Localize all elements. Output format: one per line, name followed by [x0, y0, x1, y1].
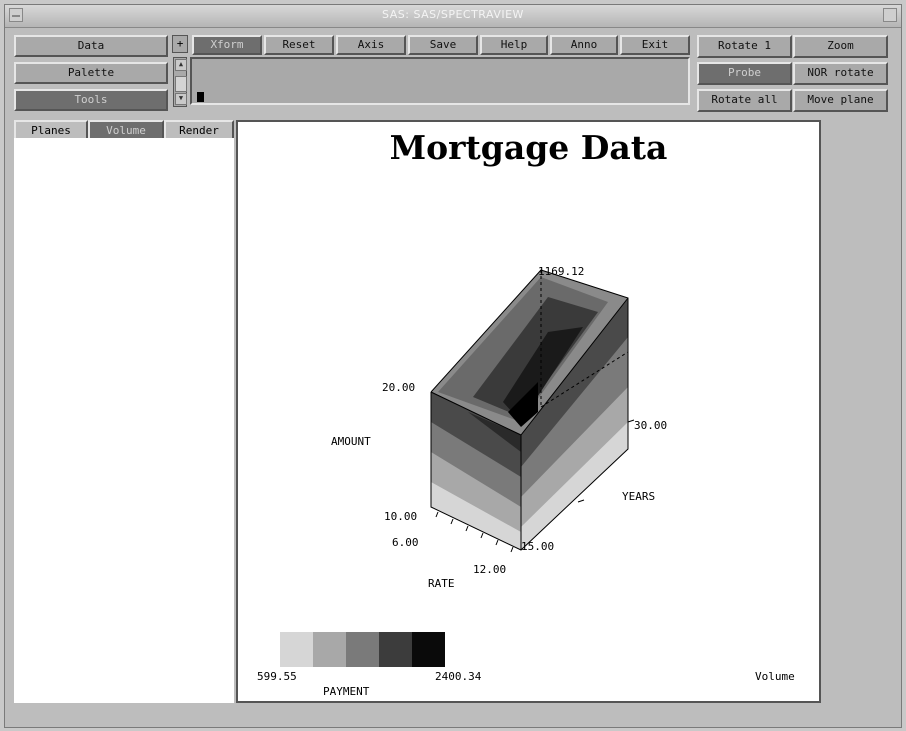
axis-button[interactable]: Axis	[336, 35, 406, 55]
anno-button[interactable]: Anno	[550, 35, 618, 55]
tick-label-10: 10.00	[384, 510, 418, 523]
mode-label: Volume	[755, 670, 795, 683]
tick-label-30: 30.00	[634, 419, 668, 432]
probe-button[interactable]: Probe	[697, 62, 792, 85]
amount-axis-label: AMOUNT	[331, 435, 371, 448]
expand-button[interactable]: +	[172, 35, 188, 53]
window-title: SAS: SAS/SPECTRAVIEW	[382, 8, 524, 21]
nor-rotate-button[interactable]: NOR rotate	[793, 62, 888, 85]
legend-max-label: 2400.34	[435, 670, 482, 683]
rotate-all-button[interactable]: Rotate all	[697, 89, 792, 112]
data-button[interactable]: Data	[14, 35, 168, 57]
command-scrollbar[interactable]: ▲ ▼	[173, 57, 187, 107]
legend-title: PAYMENT	[323, 685, 370, 698]
scroll-thumb[interactable]	[175, 76, 187, 92]
legend-swatches	[280, 632, 445, 667]
save-button[interactable]: Save	[408, 35, 478, 55]
legend-swatch	[346, 632, 379, 667]
tools-button[interactable]: Tools	[14, 89, 168, 111]
rotate-1-button[interactable]: Rotate 1	[697, 35, 792, 58]
scroll-up-icon[interactable]: ▲	[175, 59, 187, 71]
exit-button[interactable]: Exit	[620, 35, 690, 55]
years-axis-label: YEARS	[622, 490, 656, 503]
side-panel	[14, 138, 234, 703]
help-button[interactable]: Help	[480, 35, 548, 55]
tick-label-12: 12.00	[473, 563, 507, 576]
title-bar[interactable]: SAS: SAS/SPECTRAVIEW	[5, 5, 901, 28]
legend-swatch	[412, 632, 445, 667]
legend-swatch	[280, 632, 313, 667]
move-plane-button[interactable]: Move plane	[793, 89, 888, 112]
scroll-down-icon[interactable]: ▼	[175, 93, 187, 105]
rate-axis-label: RATE	[428, 577, 455, 590]
zoom-button[interactable]: Zoom	[793, 35, 888, 58]
text-cursor	[197, 92, 204, 102]
legend-min-label: 599.55	[257, 670, 297, 683]
tab-planes[interactable]: Planes	[14, 120, 88, 138]
tab-volume[interactable]: Volume	[88, 120, 164, 138]
reset-button[interactable]: Reset	[264, 35, 334, 55]
window-minimize-icon[interactable]	[883, 8, 897, 22]
tick-label-top: 1169.12	[538, 265, 585, 278]
palette-button[interactable]: Palette	[14, 62, 168, 84]
xform-button[interactable]: Xform	[192, 35, 262, 55]
tick-label-15: 15.00	[521, 540, 555, 553]
tick-label-6: 6.00	[392, 536, 419, 549]
tick-label-20: 20.00	[382, 381, 416, 394]
render-canvas[interactable]: Mortgage Data 1169.12 20.00 AMOUNT 30.00…	[236, 120, 821, 703]
volume-plot	[280, 269, 635, 667]
tab-render[interactable]: Render	[164, 120, 234, 138]
legend-swatch	[379, 632, 412, 667]
legend-swatch	[313, 632, 346, 667]
command-input[interactable]	[190, 57, 690, 105]
